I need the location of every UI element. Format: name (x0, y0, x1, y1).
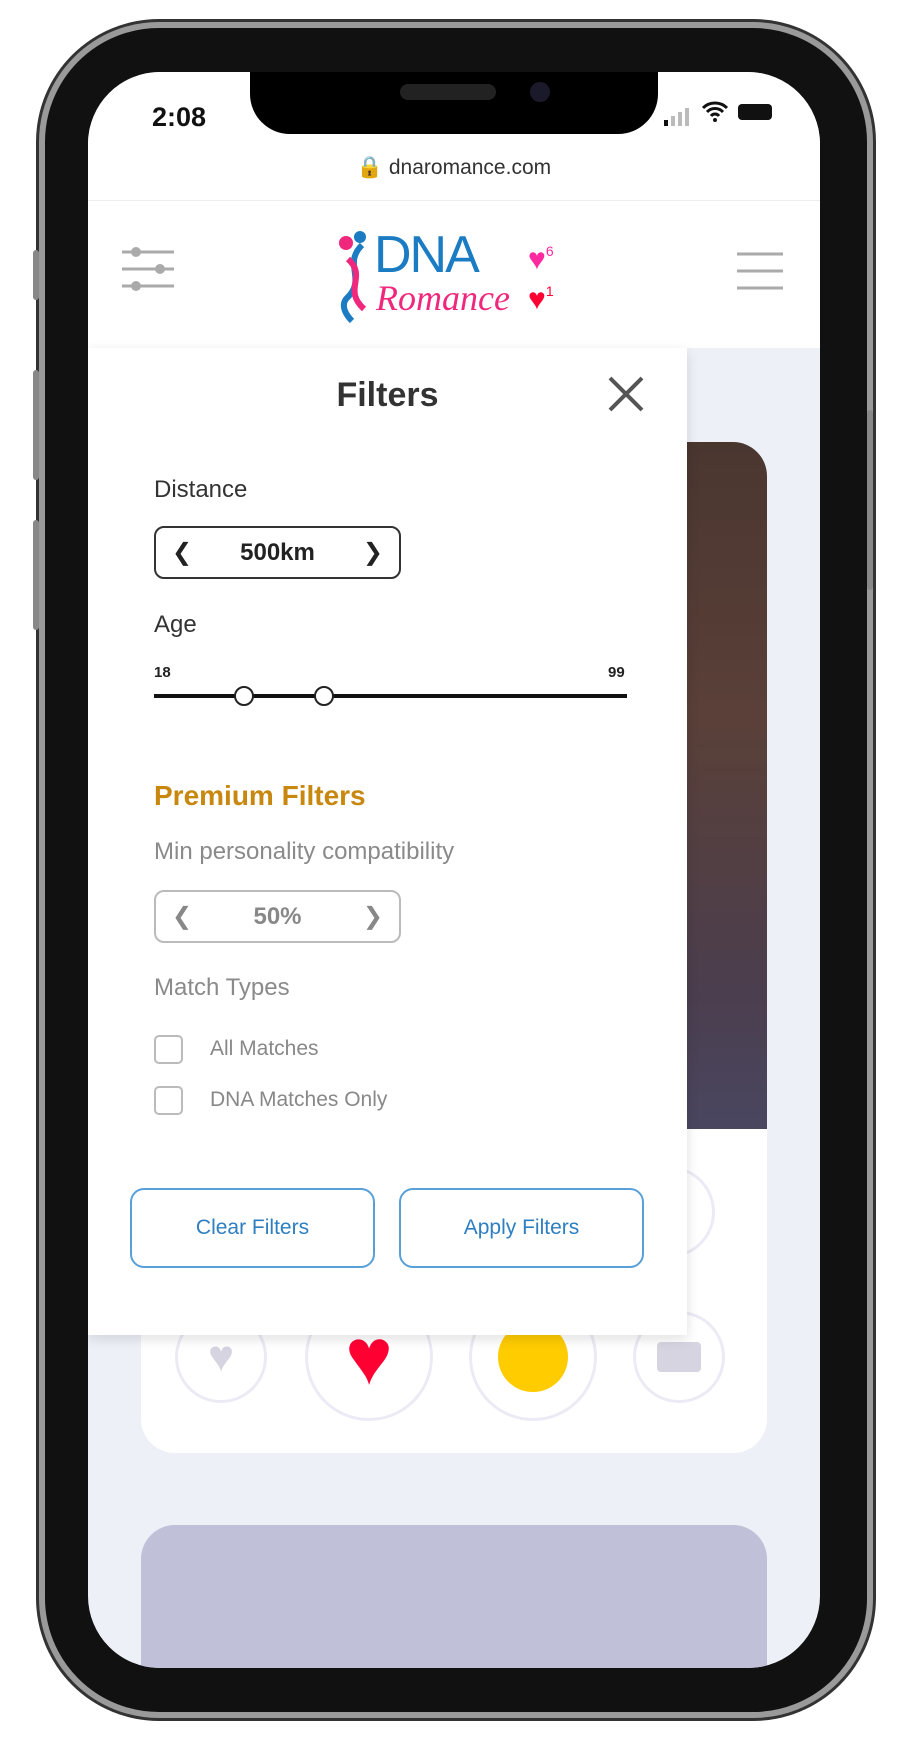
chevron-right-icon[interactable]: ❯ (363, 538, 383, 567)
age-max: 99 (608, 664, 625, 681)
logo-text-bottom: Romance (376, 278, 510, 318)
wifi-icon (701, 100, 729, 129)
broken-heart-icon: ♥ (207, 1332, 235, 1381)
matches-counter[interactable]: ♥ 1 (528, 283, 554, 317)
url-text: dnaromance.com (388, 156, 552, 179)
age-label: Age (154, 611, 197, 638)
url-bar[interactable]: 🔒 dnaromance.com (88, 156, 820, 180)
filter-sliders-icon[interactable] (122, 246, 174, 292)
dna-matches-label[interactable]: DNA Matches Only (210, 1088, 387, 1112)
compatibility-label: Min personality compatibility (154, 838, 455, 865)
apply-filters-button[interactable]: Apply Filters (399, 1188, 644, 1268)
age-min: 18 (154, 664, 171, 681)
dna-matches-checkbox[interactable] (154, 1086, 183, 1115)
red-heart-icon: ♥ (528, 283, 546, 316)
filters-title: Filters (336, 376, 439, 414)
next-profile-card (141, 1525, 767, 1668)
matches-count: 1 (545, 283, 554, 299)
distance-stepper[interactable]: ❮ 500km ❯ (154, 526, 401, 579)
chevron-left-icon[interactable]: ❮ (172, 538, 192, 567)
filters-panel: Filters Distance ❮ 500km ❯ Age 18 99 Premi… (88, 348, 687, 1335)
phone-side-button (33, 370, 39, 480)
likes-counter[interactable]: ♥ 6 (528, 243, 554, 277)
signal-icon (664, 108, 689, 126)
chevron-left-icon[interactable]: ❮ (172, 902, 192, 931)
match-types-label: Match Types (154, 974, 290, 1001)
status-time: 2:08 (152, 102, 207, 132)
distance-value: 500km (240, 538, 315, 566)
hamburger-menu-icon[interactable] (737, 251, 783, 291)
clear-filters-button[interactable]: Clear Filters (130, 1188, 375, 1268)
all-matches-label[interactable]: All Matches (210, 1037, 319, 1061)
phone-notch (250, 72, 658, 134)
compatibility-stepper[interactable]: ❮ 50% ❯ (154, 890, 401, 943)
pink-heart-icon: ♥ (528, 243, 546, 276)
age-slider-max-thumb[interactable] (314, 686, 335, 706)
lock-icon: 🔒 (356, 156, 384, 179)
phone-side-button (867, 410, 873, 590)
chevron-right-icon[interactable]: ❯ (363, 902, 383, 931)
phone-side-button (33, 520, 39, 630)
all-matches-checkbox[interactable] (154, 1035, 183, 1064)
logo[interactable]: DNA Romance (338, 226, 538, 325)
screen: 2:08 🔒 dnaromance.com DNA Romance ♥ 6 ♥ 1 (88, 72, 820, 1668)
battery-icon (738, 104, 772, 120)
premium-filters-title: Premium Filters (154, 780, 366, 811)
close-icon[interactable] (606, 374, 646, 414)
likes-count: 6 (545, 243, 554, 259)
age-slider-track[interactable] (154, 686, 627, 706)
phone-side-button (33, 250, 39, 300)
dna-helix-icon (339, 231, 367, 324)
age-slider-min-thumb[interactable] (233, 686, 254, 706)
compatibility-value: 50% (253, 902, 302, 930)
site-header: DNA Romance ♥ 6 ♥ 1 (88, 200, 820, 348)
chat-bubbles-icon (657, 1342, 701, 1372)
logo-text-top: DNA (374, 226, 480, 284)
distance-label: Distance (154, 476, 248, 503)
